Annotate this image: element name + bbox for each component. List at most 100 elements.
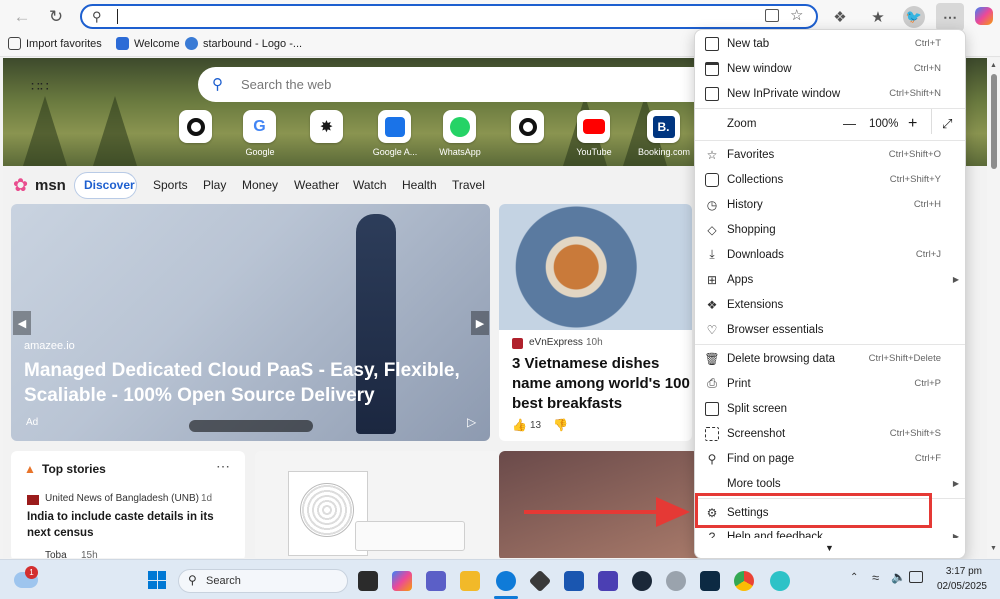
menu-scroll-down-icon[interactable]: ▼ — [825, 543, 834, 553]
app-cube-icon[interactable] — [528, 569, 552, 593]
app-m-icon[interactable] — [598, 571, 618, 591]
read-aloud-icon[interactable] — [765, 9, 779, 22]
quicklink-booking[interactable]: B. — [647, 110, 680, 143]
zoom-in-button[interactable]: + — [908, 115, 917, 133]
fav-welcome[interactable]: Welcome — [116, 37, 180, 50]
battery-icon[interactable] — [909, 571, 923, 583]
menu-item-screenshot[interactable]: Screenshot Ctrl+Shift+S — [695, 421, 965, 446]
menu-item-new-window[interactable]: New window Ctrl+N — [695, 56, 965, 81]
scroll-up-icon[interactable]: ▲ — [990, 62, 997, 69]
tab-weather[interactable]: Weather — [294, 178, 339, 192]
scroll-down-icon[interactable]: ▼ — [990, 545, 997, 552]
carousel-dots[interactable] — [189, 420, 313, 432]
quicklink-3[interactable]: ✸ — [310, 110, 343, 143]
address-bar[interactable]: ⚲ ☆ — [80, 4, 818, 29]
wifi-icon[interactable]: ≈ — [872, 570, 879, 585]
quicklink-1[interactable] — [179, 110, 212, 143]
menu-item-collections[interactable]: Collections Ctrl+Shift+Y — [695, 167, 965, 192]
favorites-icon[interactable]: ★ — [864, 3, 892, 31]
menu-item-delete-browsing-data[interactable]: 🗑 Delete browsing data Ctrl+Shift+Delete — [695, 346, 965, 371]
ad-info-icon[interactable]: ▷ — [467, 415, 476, 429]
extensions-puzzle-icon[interactable]: ❖ — [826, 3, 854, 31]
menu-item-print[interactable]: ⎙ Print Ctrl+P — [695, 371, 965, 396]
story-title[interactable]: India to include caste details in its ne… — [27, 509, 232, 541]
tab-discover[interactable]: Discover — [84, 178, 135, 192]
menu-item-split-screen[interactable]: Split screen — [695, 396, 965, 421]
fav-import-favorites[interactable]: Import favorites — [8, 37, 102, 50]
quicklink-google[interactable]: G — [243, 110, 276, 143]
app-dark-icon[interactable] — [700, 571, 720, 591]
windows-start-icon[interactable] — [148, 571, 166, 589]
tab-travel[interactable]: Travel — [452, 178, 485, 192]
tab-money[interactable]: Money — [242, 178, 278, 192]
scrollbar-thumb[interactable] — [991, 74, 997, 169]
ad-source: amazee.io — [24, 340, 75, 352]
refresh-icon[interactable]: ↻ — [42, 3, 70, 31]
copilot-icon[interactable] — [975, 7, 993, 25]
apps-grid-icon[interactable]: ∷∷ — [31, 78, 49, 95]
add-favorite-star-icon[interactable]: ☆ — [790, 6, 803, 24]
google-apps-icon — [384, 116, 405, 137]
microsoft-store-icon[interactable] — [564, 571, 584, 591]
task-view-icon[interactable] — [358, 571, 378, 591]
web-search-placeholder[interactable]: Search the web — [241, 77, 331, 92]
zoom-out-button[interactable]: — — [843, 116, 856, 131]
menu-item-find-on-page[interactable]: ⚲ Find on page Ctrl+F — [695, 446, 965, 471]
fullscreen-icon[interactable]: ⤢ — [942, 116, 952, 132]
fav-starbound[interactable]: starbound - Logo -... — [185, 37, 302, 50]
ad-title[interactable]: Managed Dedicated Cloud PaaS - Easy, Fle… — [24, 358, 464, 408]
carousel-prev-icon[interactable]: ◀ — [13, 311, 31, 335]
chevron-up-icon[interactable]: ⌃ — [850, 572, 858, 583]
menu-item-new-inprivate-window[interactable]: New InPrivate window Ctrl+Shift+N — [695, 81, 965, 106]
news-card[interactable]: eVnExpress 10h 3 Vietnamese dishes name … — [499, 204, 692, 441]
clock-time[interactable]: 3:17 pm — [940, 566, 982, 577]
msn-logo-text[interactable]: msn — [35, 177, 66, 194]
taskbar-search-placeholder[interactable]: Search — [206, 575, 241, 587]
steam-icon[interactable] — [632, 571, 652, 591]
menu-separator — [695, 140, 965, 141]
tab-sports[interactable]: Sports — [153, 178, 188, 192]
more-options-icon[interactable]: ⋯ — [936, 3, 964, 31]
tab-health[interactable]: Health — [402, 178, 437, 192]
clock-date[interactable]: 02/05/2025 — [932, 581, 987, 592]
network-app-icon[interactable] — [666, 571, 686, 591]
volume-icon[interactable]: 🔈 — [891, 570, 906, 584]
tab-play[interactable]: Play — [203, 178, 226, 192]
tab-watch[interactable]: Watch — [353, 178, 387, 192]
app-circle-icon[interactable] — [770, 571, 790, 591]
menu-scroll-down-strip[interactable]: ▼ — [695, 538, 965, 558]
folder-icon — [8, 37, 21, 50]
bird-avatar-icon[interactable]: 🐦 — [903, 6, 925, 28]
menu-item-shortcut: Ctrl+Shift+Delete — [868, 353, 941, 364]
menu-item-apps[interactable]: ⊞ Apps ▶ — [695, 267, 965, 292]
thumbs-up-icon[interactable]: 👍 — [512, 418, 527, 432]
thumbs-down-icon[interactable]: 👎 — [553, 418, 568, 432]
copilot-icon[interactable] — [392, 571, 412, 591]
carousel-next-icon[interactable]: ▶ — [471, 311, 489, 335]
file-explorer-icon[interactable] — [460, 571, 480, 591]
news-image — [499, 204, 692, 330]
web-search-box[interactable]: ⚲ Search the web — [198, 67, 718, 102]
quicklink-6[interactable] — [511, 110, 544, 143]
quicklink-whatsapp[interactable] — [443, 110, 476, 143]
hero-ad-card[interactable]: ◀ ▶ amazee.io Managed Dedicated Cloud Pa… — [11, 204, 490, 441]
news-age: 10h — [586, 337, 603, 348]
menu-item-browser-essentials[interactable]: ♡ Browser essentials — [695, 317, 965, 342]
more-options-icon[interactable]: ⋯ — [216, 458, 230, 475]
menu-item-extensions[interactable]: ❖ Extensions — [695, 292, 965, 317]
news-title[interactable]: 3 Vietnamese dishes name among world's 1… — [512, 354, 692, 414]
menu-item-downloads[interactable]: ⤓ Downloads Ctrl+J — [695, 242, 965, 267]
chrome-icon[interactable] — [734, 571, 754, 591]
menu-item-history[interactable]: ◷ History Ctrl+H — [695, 192, 965, 217]
edge-icon[interactable] — [496, 571, 516, 591]
menu-item-shopping[interactable]: ◇ Shopping — [695, 217, 965, 242]
menu-item-favorites[interactable]: ☆ Favorites Ctrl+Shift+O — [695, 142, 965, 167]
ac-product-card[interactable] — [255, 451, 500, 558]
menu-item-new-tab[interactable]: New tab Ctrl+T — [695, 31, 965, 56]
taskbar-search[interactable]: ⚲ Search — [178, 569, 348, 593]
page-scrollbar[interactable]: ▲ ▼ — [987, 58, 1000, 558]
quicklink-youtube[interactable] — [577, 110, 610, 143]
quicklink-google-apps[interactable] — [378, 110, 411, 143]
back-arrow-icon[interactable]: ← — [8, 3, 36, 31]
teams-icon[interactable] — [426, 571, 446, 591]
